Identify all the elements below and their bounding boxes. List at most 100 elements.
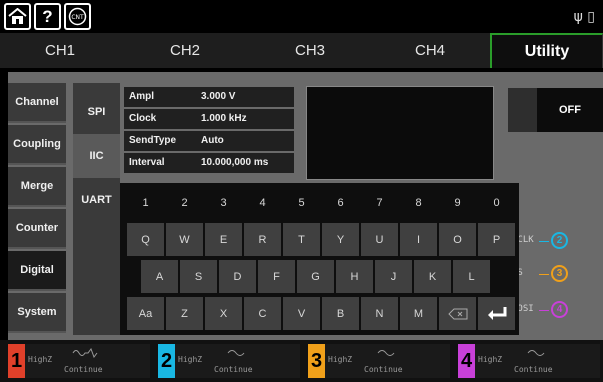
channel-1-status[interactable]: 1 HighZ Continue — [8, 344, 150, 378]
key-7[interactable]: 7 — [361, 186, 398, 219]
channel-1-number: 1 — [8, 344, 25, 378]
key-w[interactable]: W — [166, 223, 203, 256]
key-l[interactable]: L — [453, 260, 490, 293]
usb-icon: ψ ▯ — [573, 9, 595, 25]
signal-cs-pin: 3 — [551, 265, 568, 282]
channel-2-impedance: HighZ — [178, 355, 203, 364]
menu-item-merge[interactable]: Merge — [8, 167, 66, 207]
key-9[interactable]: 9 — [439, 186, 476, 219]
key-k[interactable]: K — [414, 260, 451, 293]
key-c[interactable]: C — [244, 297, 281, 330]
help-icon[interactable]: ? — [34, 3, 61, 30]
key-6[interactable]: 6 — [322, 186, 359, 219]
tab-utility[interactable]: Utility — [490, 33, 603, 68]
key-p[interactable]: P — [478, 223, 515, 256]
channel-1-impedance: HighZ — [28, 355, 53, 364]
home-icon[interactable] — [4, 3, 31, 30]
key-z[interactable]: Z — [166, 297, 203, 330]
key-3[interactable]: 3 — [205, 186, 242, 219]
key-v[interactable]: V — [283, 297, 320, 330]
key-4[interactable]: 4 — [244, 186, 281, 219]
onscreen-keyboard: 1 2 3 4 5 6 7 8 9 0 Q W E R T Y U I O P … — [120, 183, 519, 335]
key-5[interactable]: 5 — [283, 186, 320, 219]
key-q[interactable]: Q — [127, 223, 164, 256]
key-2[interactable]: 2 — [166, 186, 203, 219]
key-h[interactable]: H — [336, 260, 373, 293]
key-m[interactable]: M — [400, 297, 437, 330]
menu-item-counter[interactable]: Counter — [8, 209, 66, 249]
signal-mosi-pin: 4 — [551, 301, 568, 318]
key-a[interactable]: A — [141, 260, 178, 293]
key-u[interactable]: U — [361, 223, 398, 256]
channel-4-number: 4 — [458, 344, 475, 378]
key-1[interactable]: 1 — [127, 186, 164, 219]
channel-4-impedance: HighZ — [478, 355, 503, 364]
menu-item-coupling[interactable]: Coupling — [8, 125, 66, 165]
param-clock[interactable]: Clock 1.000 kHz — [124, 109, 294, 129]
key-g[interactable]: G — [297, 260, 334, 293]
param-interval[interactable]: Interval 10.000,000 ms — [124, 153, 294, 173]
tab-ch1[interactable]: CH1 — [0, 33, 120, 68]
key-t[interactable]: T — [283, 223, 320, 256]
param-label: SendType — [129, 135, 177, 146]
channel-2-mode: Continue — [214, 365, 253, 374]
channel-status-bar: 1 HighZ Continue 2 HighZ Continue 3 High… — [0, 340, 603, 382]
enter-icon[interactable] — [478, 297, 515, 330]
key-d[interactable]: D — [219, 260, 256, 293]
channel-3-impedance: HighZ — [328, 355, 353, 364]
menu-item-system[interactable]: System — [8, 293, 66, 333]
tab-bar: CH1 CH2 CH3 CH4 Utility — [0, 33, 603, 68]
channel-3-number: 3 — [308, 344, 325, 378]
channel-1-wave-icon — [72, 348, 98, 358]
channel-3-wave-icon — [377, 350, 395, 356]
channel-3-status[interactable]: 3 HighZ Continue — [308, 344, 450, 378]
protocol-list: SPI IIC UART — [73, 83, 120, 335]
param-value: 3.000 V — [201, 91, 236, 102]
channel-2-wave-icon — [227, 350, 245, 356]
output-toggle-state: OFF — [537, 88, 603, 132]
backspace-icon[interactable] — [439, 297, 476, 330]
channel-3-mode: Continue — [364, 365, 403, 374]
key-y[interactable]: Y — [322, 223, 359, 256]
protocol-uart[interactable]: UART — [73, 178, 120, 222]
param-label: Interval — [129, 157, 165, 168]
key-r[interactable]: R — [244, 223, 281, 256]
key-8[interactable]: 8 — [400, 186, 437, 219]
channel-4-mode: Continue — [514, 365, 553, 374]
key-i[interactable]: I — [400, 223, 437, 256]
channel-4-status[interactable]: 4 HighZ Continue — [458, 344, 600, 378]
param-value: 10.000,000 ms — [201, 157, 269, 168]
tab-ch3[interactable]: CH3 — [250, 33, 370, 68]
tab-ch2[interactable]: CH2 — [120, 33, 250, 68]
key-x[interactable]: X — [205, 297, 242, 330]
key-0[interactable]: 0 — [478, 186, 515, 219]
counter-icon[interactable]: CNT — [64, 3, 91, 30]
key-s[interactable]: S — [180, 260, 217, 293]
top-bar: ? CNT ψ ▯ — [0, 0, 603, 33]
param-label: Clock — [129, 113, 157, 124]
channel-2-number: 2 — [158, 344, 175, 378]
menu-item-channel[interactable]: Channel — [8, 83, 66, 123]
key-o[interactable]: O — [439, 223, 476, 256]
param-ampl[interactable]: Ampl 3.000 V — [124, 87, 294, 107]
key-b[interactable]: B — [322, 297, 359, 330]
signal-sclk-pin: 2 — [551, 232, 568, 249]
menu-item-digital[interactable]: Digital — [8, 251, 66, 291]
param-label: Ampl — [129, 91, 154, 102]
channel-1-mode: Continue — [64, 365, 103, 374]
channel-2-status[interactable]: 2 HighZ Continue — [158, 344, 300, 378]
key-e[interactable]: E — [205, 223, 242, 256]
key-case-toggle[interactable]: Aa — [127, 297, 164, 330]
key-n[interactable]: N — [361, 297, 398, 330]
protocol-iic[interactable]: IIC — [73, 134, 120, 178]
counter-icon-label: CNT — [71, 14, 84, 21]
key-j[interactable]: J — [375, 260, 412, 293]
key-f[interactable]: F — [258, 260, 295, 293]
tab-ch4[interactable]: CH4 — [370, 33, 490, 68]
waveform-preview — [306, 86, 494, 180]
param-value: Auto — [201, 135, 224, 146]
protocol-spi[interactable]: SPI — [73, 90, 120, 134]
usb-glyph: ψ — [573, 9, 583, 25]
param-sendtype[interactable]: SendType Auto — [124, 131, 294, 151]
output-toggle[interactable]: OFF — [508, 88, 603, 132]
